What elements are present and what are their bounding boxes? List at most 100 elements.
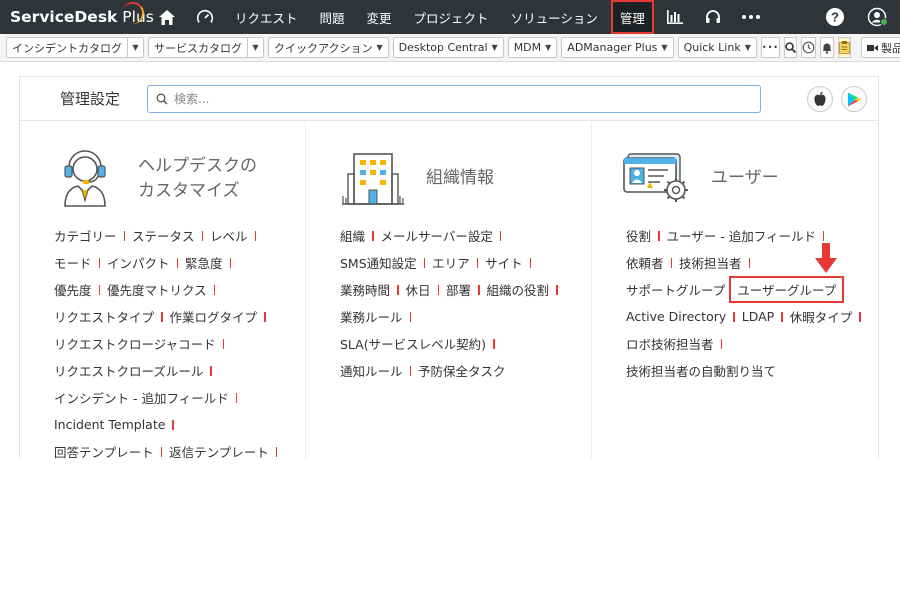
link-row: インシデント - 追加フィールド xyxy=(54,384,295,411)
link-leave-types[interactable]: 休暇タイプ xyxy=(790,307,853,326)
desktop-central-button[interactable]: Desktop Central ▼ xyxy=(392,37,504,58)
dashboard-icon[interactable] xyxy=(186,0,224,34)
mdm-label: MDM xyxy=(513,41,542,54)
link-request-type[interactable]: リクエストタイプ xyxy=(54,307,154,326)
search-icon[interactable] xyxy=(784,37,798,58)
link-row: 業務時間 休日 部署 組織の役割 xyxy=(340,276,581,303)
nav-projects[interactable]: プロジェクト xyxy=(403,0,500,34)
support-headset-icon[interactable] xyxy=(694,0,732,34)
link-separator xyxy=(201,230,204,241)
link-ldap[interactable]: LDAP xyxy=(742,309,774,324)
link-robo-technicians[interactable]: ロボ技術担当者 xyxy=(626,334,714,353)
reports-icon[interactable] xyxy=(656,0,694,34)
link-sla[interactable]: SLA(サービスレベル契約) xyxy=(340,334,486,353)
link-roles[interactable]: 役割 xyxy=(626,226,651,245)
quick-link-label: Quick Link xyxy=(683,41,741,54)
link-category[interactable]: カテゴリー xyxy=(54,226,117,245)
link-row: リクエストクロージャコード xyxy=(54,330,295,357)
link-separator xyxy=(409,311,412,322)
help-icon[interactable]: ? xyxy=(814,0,856,34)
svg-text:?: ? xyxy=(831,10,839,25)
link-organization[interactable]: 組織 xyxy=(340,226,365,245)
link-separator xyxy=(213,284,216,295)
link-separator xyxy=(409,365,412,376)
quick-action-button[interactable]: クイックアクション ▼ xyxy=(268,37,389,58)
top-navigation-bar: ServiceDesk Plus リクエスト 問題 変更 プロジェクト ソリュー… xyxy=(0,0,900,34)
link-row: Incident Template xyxy=(54,411,295,438)
nav-requests[interactable]: リクエスト xyxy=(224,0,309,34)
link-department[interactable]: 部署 xyxy=(446,280,471,299)
section-title-line1: ヘルプデスクの xyxy=(138,156,257,176)
link-preventive-maintenance[interactable]: 予防保全タスク xyxy=(418,361,506,380)
link-incident-additional-fields[interactable]: インシデント - 追加フィールド xyxy=(54,388,229,407)
quick-link-button[interactable]: Quick Link ▼ xyxy=(677,37,757,58)
nav-changes[interactable]: 変更 xyxy=(356,0,403,34)
product-button[interactable]: 製品 xyxy=(861,37,900,58)
link-organization-roles[interactable]: 組織の役割 xyxy=(487,280,550,299)
history-icon[interactable] xyxy=(801,37,817,58)
link-priority-matrix[interactable]: 優先度マトリクス xyxy=(107,280,207,299)
service-catalog-label: サービスカタログ xyxy=(154,41,242,55)
link-site[interactable]: サイト xyxy=(485,253,523,272)
link-priority[interactable]: 優先度 xyxy=(54,280,92,299)
link-separator xyxy=(658,230,660,241)
link-separator xyxy=(123,230,126,241)
link-business-rules[interactable]: 業務ルール xyxy=(340,307,403,326)
admanager-plus-button[interactable]: ADManager Plus ▼ xyxy=(561,37,674,58)
link-mode[interactable]: モード xyxy=(54,253,92,272)
section-header: 組織情報 xyxy=(306,122,591,222)
link-mail-server-settings[interactable]: メールサーバー設定 xyxy=(381,226,493,245)
user-status-icon[interactable] xyxy=(856,0,900,34)
link-separator xyxy=(556,284,558,295)
link-operational-hours[interactable]: 業務時間 xyxy=(340,280,390,299)
servicedesk-logo[interactable]: ServiceDesk Plus xyxy=(0,0,154,26)
nav-problems[interactable]: 問題 xyxy=(309,0,356,34)
link-notification-rules[interactable]: 通知ルール xyxy=(340,361,403,380)
link-worklog-type[interactable]: 作業ログタイプ xyxy=(170,307,258,326)
chevron-down-icon[interactable]: ▼ xyxy=(127,38,143,57)
link-row: 優先度 優先度マトリクス xyxy=(54,276,295,303)
apple-store-icon[interactable] xyxy=(807,86,833,112)
link-separator xyxy=(859,311,861,322)
product-label: 製品 xyxy=(881,41,900,55)
link-urgency[interactable]: 緊急度 xyxy=(185,253,223,272)
link-sms-notification-settings[interactable]: SMS通知設定 xyxy=(340,253,417,272)
link-row: SMS通知設定 エリア サイト xyxy=(340,249,581,276)
service-catalog-button[interactable]: サービスカタログ ▼ xyxy=(148,37,264,58)
chevron-down-icon[interactable]: ▼ xyxy=(247,38,263,57)
link-holidays[interactable]: 休日 xyxy=(406,280,431,299)
more-dots-icon[interactable] xyxy=(732,0,770,34)
link-separator xyxy=(476,257,479,268)
bell-icon[interactable] xyxy=(820,37,835,58)
link-support-groups[interactable]: サポートグループ xyxy=(626,280,725,299)
mdm-button[interactable]: MDM ▼ xyxy=(507,37,558,58)
notes-icon[interactable] xyxy=(838,37,852,58)
link-requesters[interactable]: 依頼者 xyxy=(626,253,664,272)
link-active-directory[interactable]: Active Directory xyxy=(626,309,726,324)
link-response-template[interactable]: 返信テンプレート xyxy=(169,442,269,461)
more-options-button[interactable]: ••• xyxy=(760,37,781,58)
link-level[interactable]: レベル xyxy=(210,226,248,245)
red-down-arrow-icon xyxy=(815,243,837,273)
admanager-plus-label: ADManager Plus xyxy=(567,41,658,54)
link-reply-template[interactable]: 回答テンプレート xyxy=(54,442,154,461)
nav-admin[interactable]: 管理 xyxy=(610,0,654,34)
link-technician-auto-assign[interactable]: 技術担当者の自動割り当て xyxy=(626,361,776,380)
link-region[interactable]: エリア xyxy=(432,253,470,272)
nav-solutions[interactable]: ソリューション xyxy=(500,0,609,34)
link-row: カテゴリー ステータス レベル xyxy=(54,222,295,249)
link-impact[interactable]: インパクト xyxy=(107,253,170,272)
link-request-closure-code[interactable]: リクエストクロージャコード xyxy=(54,334,216,353)
link-user-groups[interactable]: ユーザーグループ xyxy=(729,276,845,303)
link-incident-template[interactable]: Incident Template xyxy=(54,417,165,432)
incident-catalog-button[interactable]: インシデントカタログ ▼ xyxy=(6,37,144,58)
search-input[interactable]: 検索... xyxy=(147,84,761,113)
google-play-icon[interactable] xyxy=(841,86,867,112)
link-user-additional-fields[interactable]: ユーザー - 追加フィールド xyxy=(667,226,816,245)
link-row: Active Directory LDAP 休暇タイプ xyxy=(626,303,868,330)
link-separator xyxy=(161,311,163,322)
link-request-closure-rules[interactable]: リクエストクローズルール xyxy=(54,361,203,380)
link-technicians[interactable]: 技術担当者 xyxy=(679,253,742,272)
link-separator xyxy=(264,311,266,322)
link-status[interactable]: ステータス xyxy=(132,226,195,245)
